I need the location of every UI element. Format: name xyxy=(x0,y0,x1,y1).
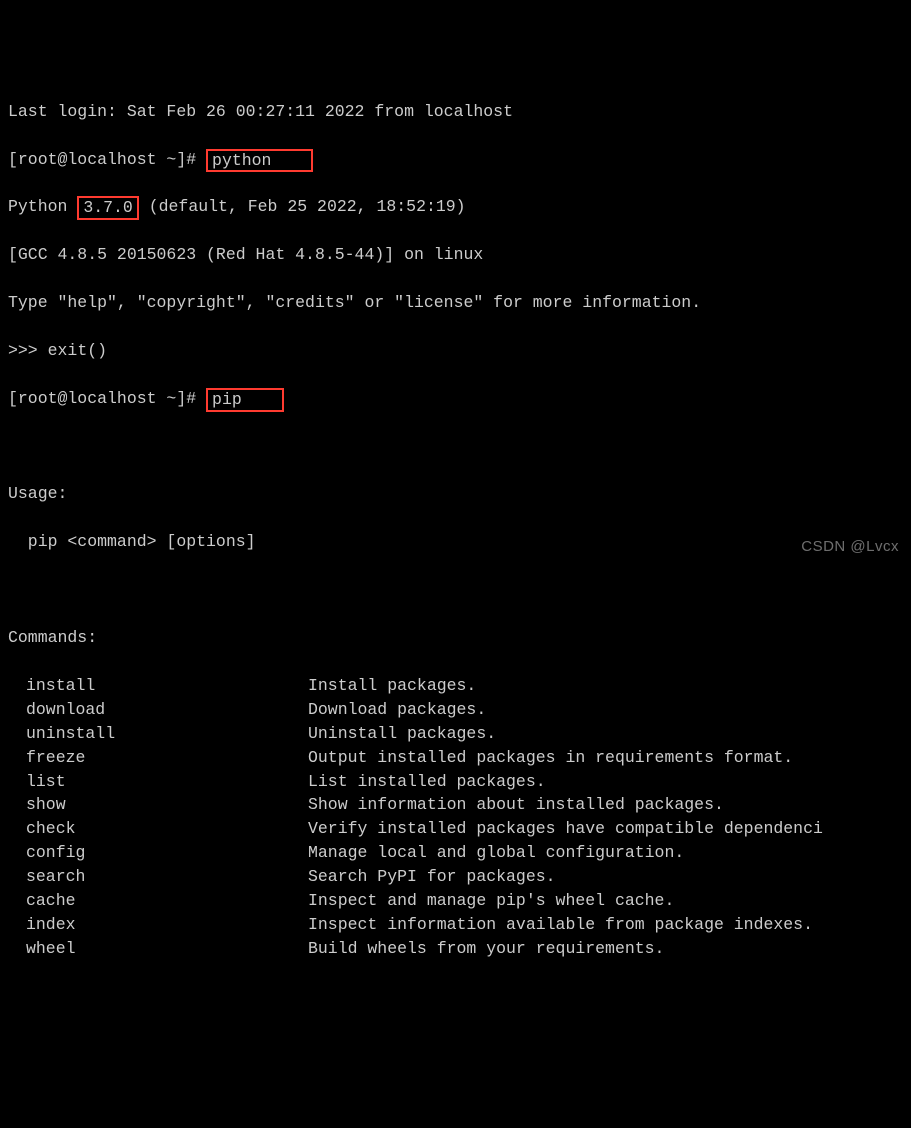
command-row: configManage local and global configurat… xyxy=(8,841,903,865)
python-help-line: Type "help", "copyright", "credits" or "… xyxy=(8,291,903,315)
command-desc: Build wheels from your requirements. xyxy=(308,937,664,961)
python-version-line: Python 3.7.0 (default, Feb 25 2022, 18:5… xyxy=(8,195,903,219)
command-desc: Inspect and manage pip's wheel cache. xyxy=(308,889,674,913)
command-row: showShow information about installed pac… xyxy=(8,793,903,817)
command-desc: Manage local and global configuration. xyxy=(308,841,684,865)
command-name: cache xyxy=(8,889,308,913)
command-name: wheel xyxy=(8,937,308,961)
command-desc: Download packages. xyxy=(308,698,486,722)
prompt-line-pip[interactable]: [root@localhost ~]# pip xyxy=(8,387,903,411)
command-desc: List installed packages. xyxy=(308,770,546,794)
command-row: listList installed packages. xyxy=(8,770,903,794)
blank-line xyxy=(8,435,903,459)
commands-label: Commands: xyxy=(8,626,903,650)
usage-label: Usage: xyxy=(8,482,903,506)
command-desc: Uninstall packages. xyxy=(308,722,496,746)
gcc-line: [GCC 4.8.5 20150623 (Red Hat 4.8.5-44)] … xyxy=(8,243,903,267)
command-row: cacheInspect and manage pip's wheel cach… xyxy=(8,889,903,913)
python-repl-line[interactable]: >>> exit() xyxy=(8,339,903,363)
last-login-line: Last login: Sat Feb 26 00:27:11 2022 fro… xyxy=(8,100,903,124)
command-name: freeze xyxy=(8,746,308,770)
command-name: search xyxy=(8,865,308,889)
command-name: install xyxy=(8,674,308,698)
command-desc: Verify installed packages have compatibl… xyxy=(308,817,823,841)
command-name: config xyxy=(8,841,308,865)
command-row: searchSearch PyPI for packages. xyxy=(8,865,903,889)
command-name: uninstall xyxy=(8,722,308,746)
watermark-text: CSDN @Lvcx xyxy=(801,536,899,558)
command-name: show xyxy=(8,793,308,817)
highlight-pip-cmd: pip xyxy=(206,388,284,412)
command-row: checkVerify installed packages have comp… xyxy=(8,817,903,841)
highlight-python-version: 3.7.0 xyxy=(77,196,139,220)
command-row: freezeOutput installed packages in requi… xyxy=(8,746,903,770)
command-row: uninstallUninstall packages. xyxy=(8,722,903,746)
command-name: check xyxy=(8,817,308,841)
command-desc: Show information about installed package… xyxy=(308,793,724,817)
prompt-line-python[interactable]: [root@localhost ~]# python xyxy=(8,148,903,172)
command-row: indexInspect information available from … xyxy=(8,913,903,937)
command-desc: Install packages. xyxy=(308,674,476,698)
command-row: installInstall packages. xyxy=(8,674,903,698)
highlight-python-cmd: python xyxy=(206,149,313,173)
command-row: downloadDownload packages. xyxy=(8,698,903,722)
shell-prompt: [root@localhost ~]# xyxy=(8,389,206,408)
command-desc: Output installed packages in requirement… xyxy=(308,746,793,770)
command-name: list xyxy=(8,770,308,794)
command-desc: Search PyPI for packages. xyxy=(308,865,556,889)
python-exit-call: exit() xyxy=(48,341,107,360)
python-prompt: >>> xyxy=(8,341,48,360)
shell-prompt: [root@localhost ~]# xyxy=(8,150,206,169)
blank-line xyxy=(8,578,903,602)
usage-text: pip <command> [options] xyxy=(8,530,903,554)
command-row: wheelBuild wheels from your requirements… xyxy=(8,937,903,961)
command-name: download xyxy=(8,698,308,722)
command-name: index xyxy=(8,913,308,937)
command-desc: Inspect information available from packa… xyxy=(308,913,813,937)
